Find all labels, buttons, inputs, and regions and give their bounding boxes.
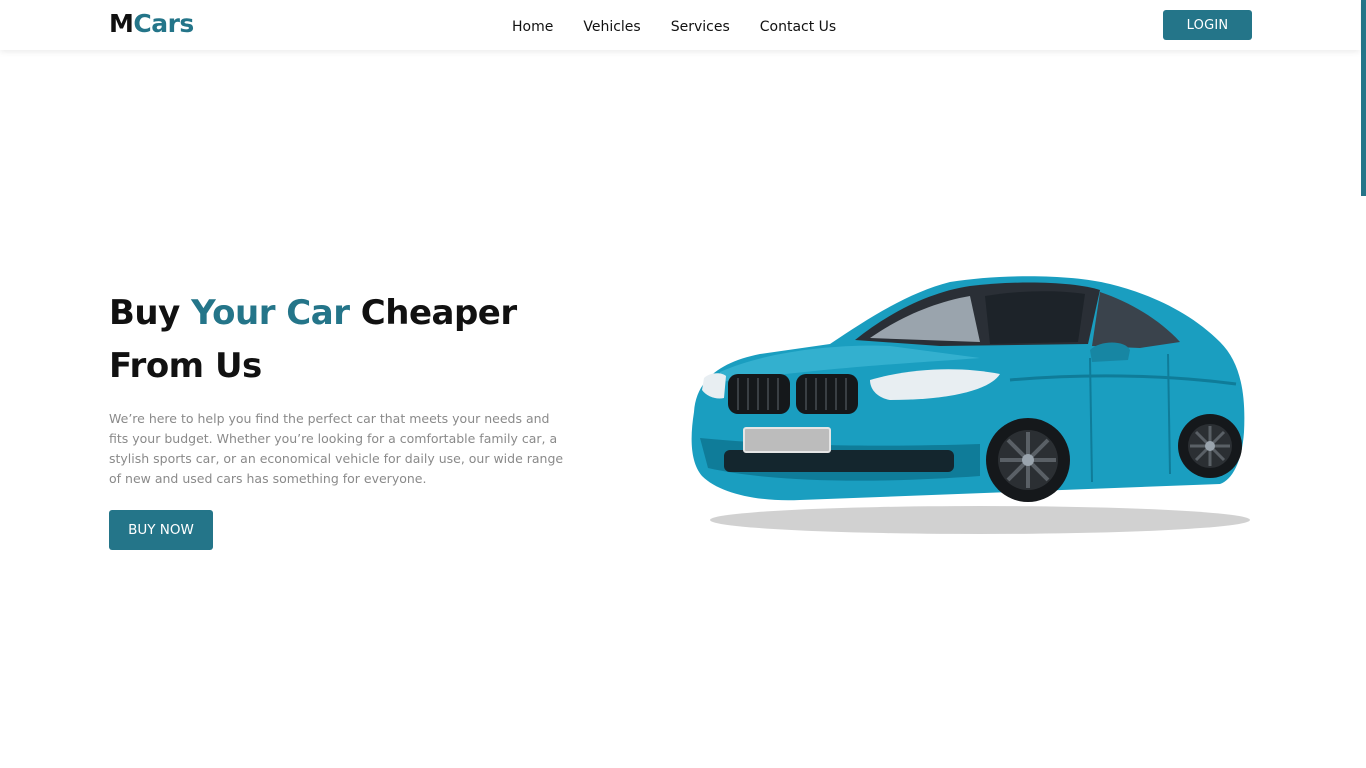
blue-sedan-car-image [691, 276, 1250, 534]
page-scrollbar[interactable] [1360, 0, 1366, 768]
hero-description: We’re here to help you find the perfect … [109, 411, 564, 486]
navbar: MCars Home Vehicles Services Contact Us … [0, 0, 1360, 50]
hero-title-accent: Your Car [191, 293, 350, 333]
nav-contact-us[interactable]: Contact Us [760, 17, 836, 37]
buy-now-button[interactable]: BUY NOW [109, 510, 213, 550]
nav-vehicles[interactable]: Vehicles [583, 17, 640, 37]
nav-home[interactable]: Home [512, 17, 553, 37]
hero-title-line2: From Us [109, 346, 262, 386]
nav-services[interactable]: Services [671, 17, 730, 37]
hero-title: Buy Your Car Cheaper From Us [109, 287, 589, 393]
scrollbar-thumb[interactable] [1361, 0, 1366, 196]
nav-links: Home Vehicles Services Contact Us [512, 17, 836, 37]
brand-logo[interactable]: MCars [109, 9, 194, 39]
hero-title-part1: Buy [109, 293, 192, 333]
logo-letter: M [109, 9, 134, 38]
logo-text: Cars [133, 9, 194, 38]
login-button[interactable]: LOGIN [1163, 10, 1252, 40]
hero-section: Buy Your Car Cheaper From Us We’re here … [109, 287, 589, 550]
hero-title-part2: Cheaper [349, 293, 517, 333]
